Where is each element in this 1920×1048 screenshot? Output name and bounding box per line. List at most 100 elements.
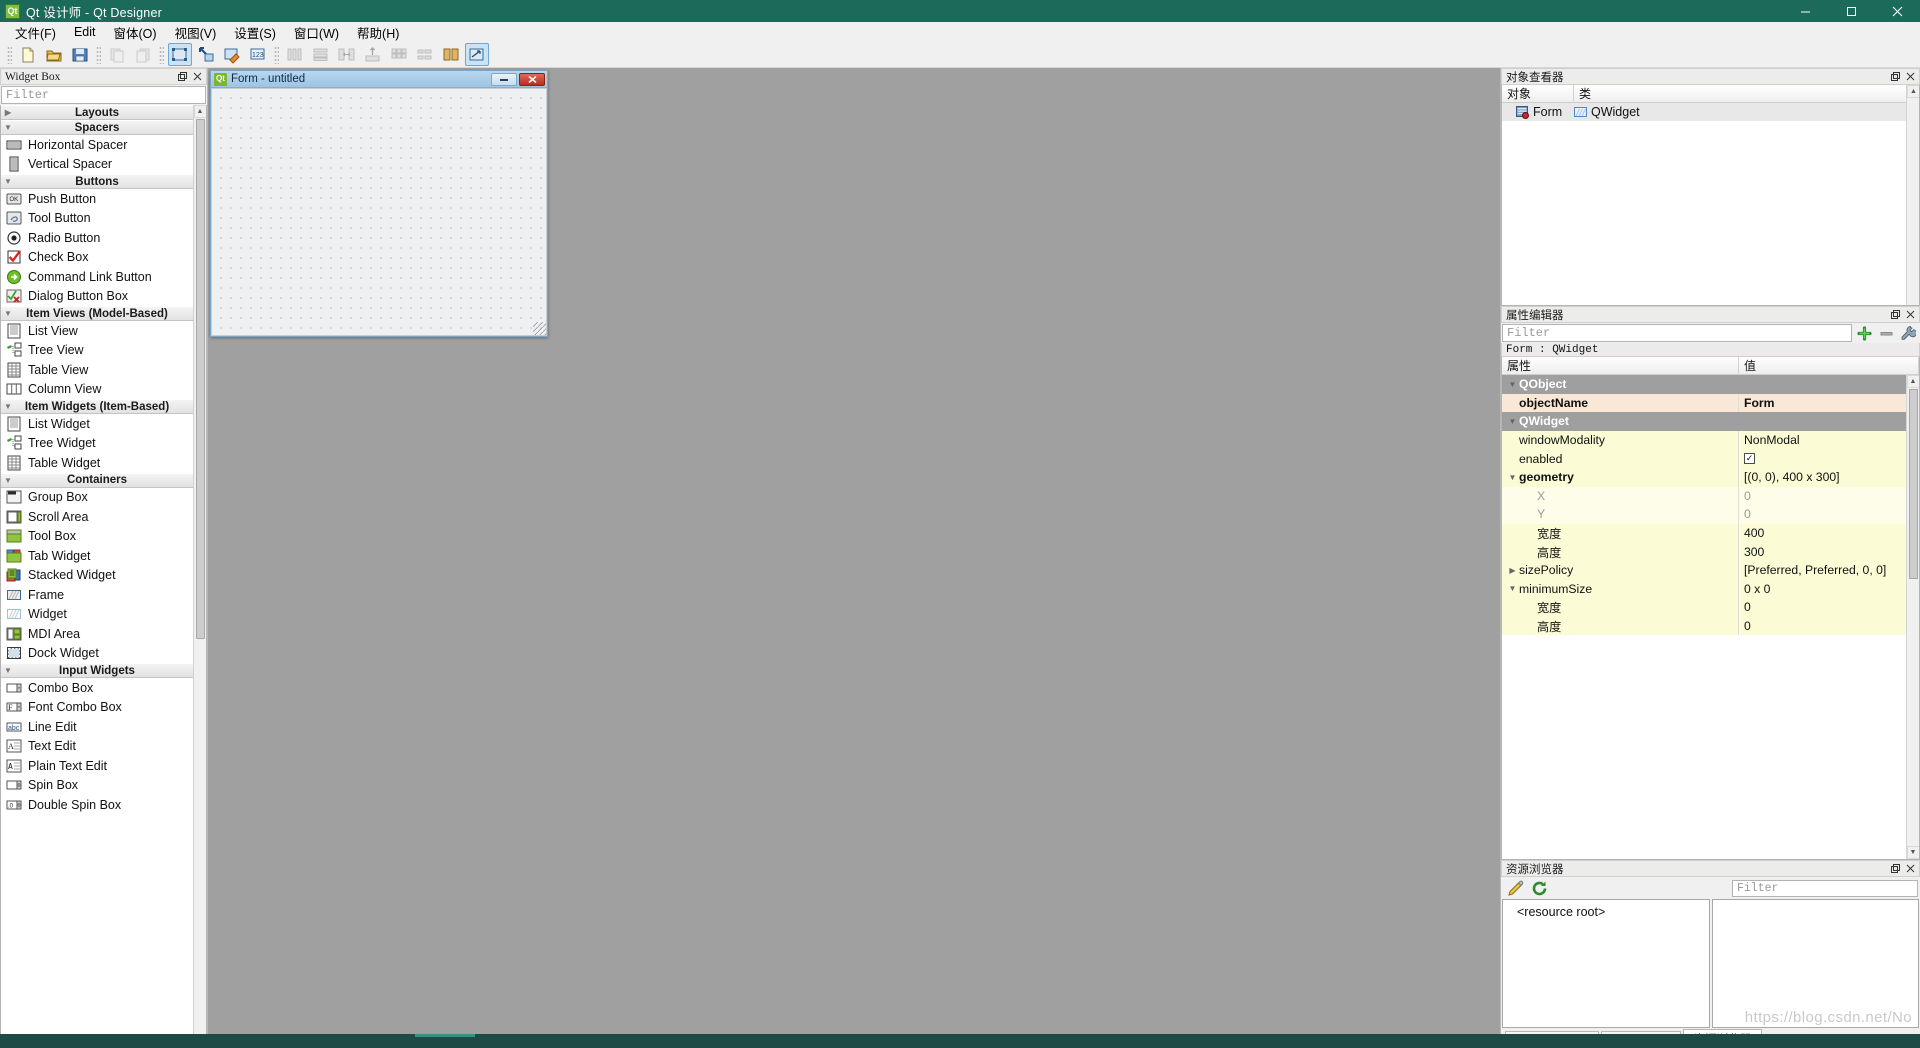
add-plus-icon[interactable] [1854, 324, 1874, 342]
menu-help[interactable]: 帮助(H) [348, 23, 408, 42]
float-icon[interactable] [1889, 308, 1902, 321]
property-row-geometry-width[interactable]: 宽度 400 [1502, 523, 1919, 543]
wrench-icon[interactable] [1898, 324, 1918, 342]
resource-browser-filter[interactable]: Filter [1732, 879, 1918, 897]
resource-tree[interactable]: <resource root> [1502, 899, 1710, 1028]
property-row-minimumsize-width[interactable]: 宽度 0 [1502, 598, 1919, 617]
column-header-value[interactable]: 值 [1739, 357, 1919, 374]
property-value[interactable]: Form [1739, 393, 1919, 413]
widget-item-combo-box[interactable]: Combo Box [1, 678, 193, 698]
toolbar-grip[interactable] [7, 45, 12, 64]
widget-item-table-widget[interactable]: Table Widget [1, 453, 193, 473]
layout-horizontally-button[interactable] [283, 43, 307, 66]
form-window-titlebar[interactable]: Qt Form - untitled [211, 71, 547, 88]
toolbar-grip-3[interactable] [159, 45, 164, 64]
widget-item-frame[interactable]: Frame [1, 585, 193, 605]
property-value[interactable]: ✓ [1739, 449, 1919, 468]
form-minimize-button[interactable] [491, 72, 517, 86]
undo-button[interactable] [105, 43, 129, 66]
menu-form[interactable]: 窗体(O) [105, 23, 166, 42]
layout-grid-button[interactable] [387, 43, 411, 66]
pencil-edit-icon[interactable] [1503, 878, 1527, 898]
widget-item-tool-button[interactable]: Tool Button [1, 209, 193, 229]
widget-item-push-button[interactable]: OK Push Button [1, 189, 193, 209]
widget-item-tree-widget[interactable]: Tree Widget [1, 434, 193, 454]
widget-item-font-combo-box[interactable]: F Font Combo Box [1, 698, 193, 718]
property-row-minimumsize[interactable]: ▼ minimumSize 0 x 0 [1502, 579, 1919, 599]
widget-item-mdi-area[interactable]: MDI Area [1, 624, 193, 644]
widget-category-item-views[interactable]: ▼ Item Views (Model-Based) [1, 306, 193, 321]
property-value[interactable]: 0 [1739, 598, 1919, 617]
layout-form-button[interactable] [413, 43, 437, 66]
property-value[interactable]: 0 [1739, 505, 1919, 524]
property-editor-scrollbar[interactable]: ▲ ▼ [1906, 375, 1919, 859]
minimize-button[interactable] [1782, 0, 1828, 22]
widget-item-tab-widget[interactable]: Tab Widget [1, 546, 193, 566]
form-canvas[interactable] [211, 88, 547, 336]
property-value[interactable]: 0 [1739, 616, 1919, 636]
property-value[interactable]: [Preferred, Preferred, 0, 0] [1739, 560, 1919, 580]
property-value[interactable]: 0 x 0 [1739, 579, 1919, 599]
close-icon[interactable] [1904, 70, 1917, 83]
edit-buddies-button[interactable] [220, 43, 244, 66]
widget-item-list-widget[interactable]: List Widget [1, 414, 193, 434]
widget-box-filter[interactable]: Filter [1, 86, 206, 104]
menu-window[interactable]: 窗口(W) [285, 23, 348, 42]
reload-refresh-icon[interactable] [1527, 878, 1551, 898]
widget-box-scrollbar[interactable]: ▲ [193, 105, 206, 1047]
widget-item-widget[interactable]: Widget [1, 605, 193, 625]
property-row-objectname[interactable]: objectName Form [1502, 393, 1919, 413]
resource-tree-item[interactable]: <resource root> [1503, 904, 1709, 920]
widget-category-input-widgets[interactable]: ▼ Input Widgets [1, 663, 193, 678]
widget-item-stacked-widget[interactable]: Stacked Widget [1, 566, 193, 586]
float-icon[interactable] [176, 70, 189, 83]
open-form-button[interactable] [42, 43, 66, 66]
widget-item-scroll-area[interactable]: Scroll Area [1, 507, 193, 527]
close-icon[interactable] [191, 70, 204, 83]
object-inspector-row-form[interactable]: Form QWidget [1502, 103, 1919, 121]
widget-item-tool-box[interactable]: Tool Box [1, 527, 193, 547]
scroll-down-icon[interactable]: ▼ [1906, 846, 1919, 859]
column-header-object[interactable]: 对象 [1502, 85, 1574, 102]
column-header-class[interactable]: 类 [1574, 85, 1919, 102]
scroll-up-icon[interactable]: ▲ [1907, 85, 1919, 98]
chevron-down-icon[interactable]: ▼ [1506, 380, 1519, 389]
maximize-button[interactable] [1828, 0, 1874, 22]
layout-vertically-button[interactable] [309, 43, 333, 66]
widget-item-list-view[interactable]: List View [1, 321, 193, 341]
widget-item-line-edit[interactable]: abc Line Edit [1, 717, 193, 737]
break-layout-button[interactable] [439, 43, 463, 66]
chevron-down-icon[interactable]: ▼ [1506, 473, 1519, 482]
widget-item-text-edit[interactable]: A Text Edit [1, 737, 193, 757]
edit-widgets-button[interactable] [168, 43, 192, 66]
enabled-checkbox[interactable]: ✓ [1744, 453, 1755, 465]
property-editor-filter[interactable]: Filter [1502, 324, 1852, 342]
float-icon[interactable] [1889, 70, 1902, 83]
property-row-minimumsize-height[interactable]: 高度 0 [1502, 616, 1919, 636]
toolbar-grip-4[interactable] [274, 45, 279, 64]
layout-in-splitter-v-button[interactable] [361, 43, 385, 66]
property-group-qobject[interactable]: ▼ QObject [1502, 375, 1919, 394]
redo-button[interactable] [131, 43, 155, 66]
chevron-down-icon[interactable]: ▼ [1506, 417, 1519, 426]
property-value[interactable]: 300 [1739, 542, 1919, 561]
widget-item-vertical-spacer[interactable]: Vertical Spacer [1, 155, 193, 175]
widget-item-plain-text-edit[interactable]: A Plain Text Edit [1, 756, 193, 776]
widget-item-horizontal-spacer[interactable]: Horizontal Spacer [1, 135, 193, 155]
menu-file[interactable]: 文件(F) [6, 23, 65, 42]
scroll-up-icon[interactable]: ▲ [193, 105, 206, 118]
property-value[interactable]: [(0, 0), 400 x 300] [1739, 467, 1919, 487]
property-row-windowmodality[interactable]: windowModality NonModal [1502, 430, 1919, 450]
widget-item-command-link-button[interactable]: Command Link Button [1, 267, 193, 287]
edit-signals-slots-button[interactable] [194, 43, 218, 66]
object-inspector-tree[interactable]: 对象 类 Form QWidget ▲ [1501, 85, 1920, 306]
property-group-qwidget[interactable]: ▼ QWidget [1502, 412, 1919, 431]
edit-tab-order-button[interactable]: 123 [246, 43, 270, 66]
float-icon[interactable] [1889, 862, 1902, 875]
property-row-geometry-height[interactable]: 高度 300 [1502, 542, 1919, 561]
property-row-geometry-y[interactable]: Y 0 [1502, 505, 1919, 524]
property-value[interactable]: NonModal [1739, 430, 1919, 450]
close-icon[interactable] [1904, 862, 1917, 875]
save-form-button[interactable] [68, 43, 92, 66]
widget-category-item-widgets[interactable]: ▼ Item Widgets (Item-Based) [1, 399, 193, 414]
